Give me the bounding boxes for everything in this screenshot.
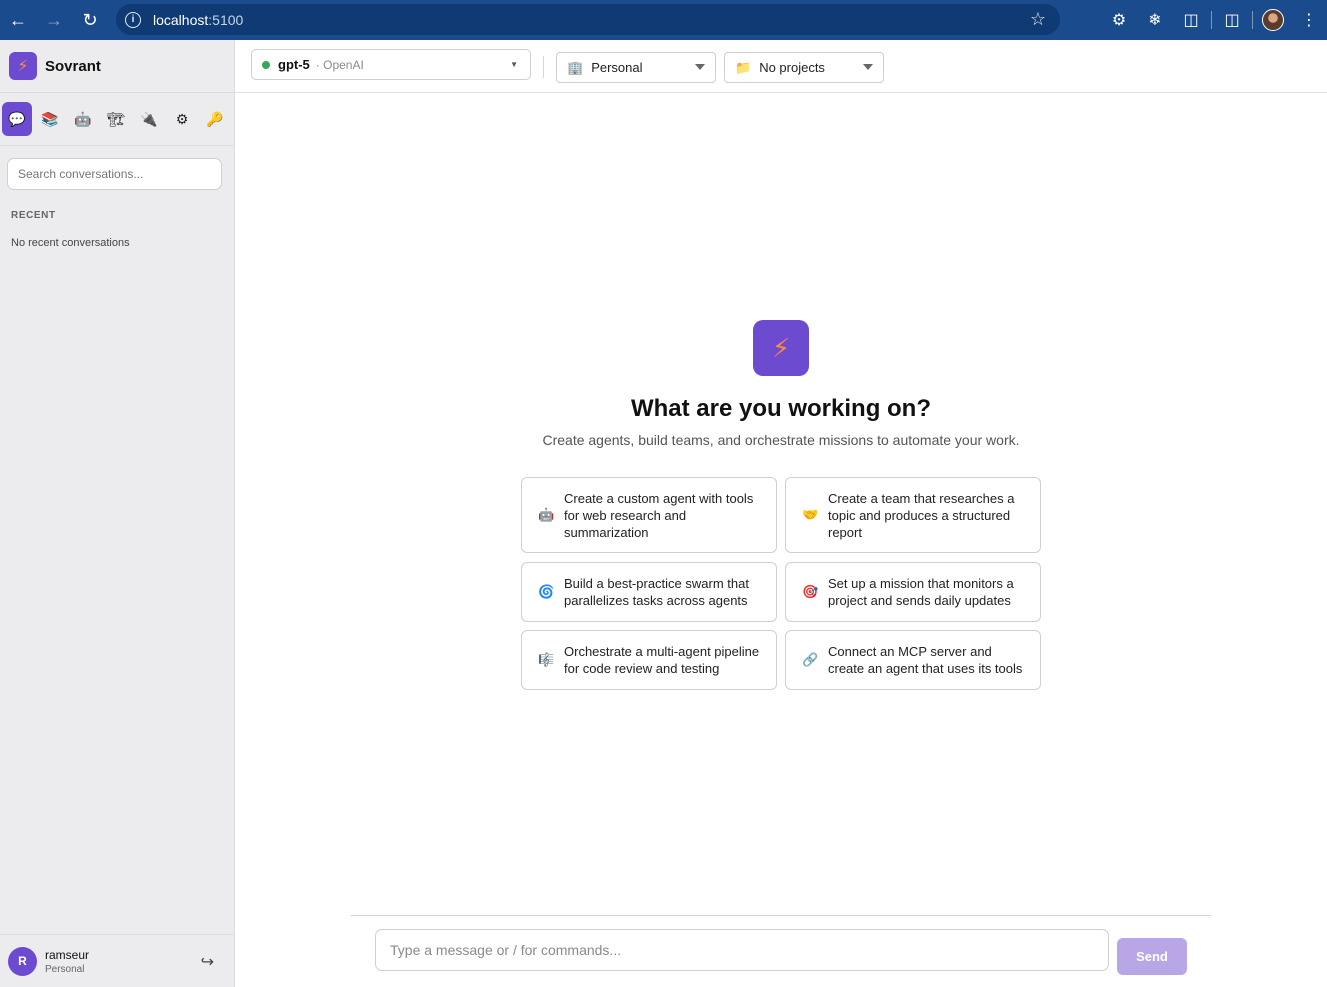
target-icon: 🎯	[802, 584, 819, 599]
lightning-logo-icon: ⚡	[9, 52, 37, 80]
link-icon: 🔗	[802, 652, 819, 667]
user-footer: R ramseur Personal ↪	[0, 934, 234, 987]
suggestion-text: Create a team that researches a topic an…	[828, 490, 1015, 540]
hero-subtitle: Create agents, build teams, and orchestr…	[542, 432, 1020, 448]
building-icon: 🏢	[567, 59, 584, 75]
profile-avatar[interactable]	[1255, 2, 1291, 38]
bookmark-star-icon[interactable]: ☆	[1030, 9, 1046, 30]
suggestion-card[interactable]: 🌀 Build a best-practice swarm that paral…	[521, 562, 777, 622]
books-icon[interactable]: 📚	[35, 102, 65, 136]
chevron-down-icon	[695, 64, 705, 70]
suggestion-text: Build a best-practice swarm that paralle…	[564, 576, 749, 608]
lightning-logo-icon: ⚡	[753, 320, 809, 376]
send-button[interactable]: Send	[1117, 938, 1187, 975]
toolbar-separator	[1252, 11, 1253, 29]
key-icon[interactable]: 🔑	[200, 102, 230, 136]
workspace-selector[interactable]: 🏢 Personal	[556, 52, 716, 83]
suggestion-text: Create a custom agent with tools for web…	[564, 490, 754, 540]
suggestion-text: Set up a mission that monitors a project…	[828, 576, 1014, 608]
folder-icon: 📁	[735, 59, 752, 75]
browser-toolbar: ← → ↻ i localhost:5100 ☆ ⚙ ❄ ◫ ◫ ⋮	[0, 0, 1327, 40]
model-name: gpt-5	[278, 57, 310, 72]
recent-heading: RECENT	[11, 210, 56, 221]
user-workspace: Personal	[45, 963, 85, 975]
profile-picture	[1262, 9, 1284, 31]
reload-icon[interactable]: ↻	[72, 2, 108, 38]
logout-icon[interactable]: ↪	[201, 952, 214, 972]
sidebar-nav: 💬 📚 🤖 🏗 🔌 ⚙ 🔑	[0, 93, 234, 146]
model-selector[interactable]: gpt-5 · OpenAI ▼	[251, 49, 531, 80]
divider	[543, 56, 544, 78]
chat-icon[interactable]: 💬	[2, 102, 32, 136]
hero-title: What are you working on?	[630, 395, 931, 422]
user-name: ramseur	[45, 947, 90, 962]
suggestion-card[interactable]: 🎼 Orchestrate a multi-agent pipeline for…	[521, 630, 777, 690]
sidebar: ⚡ Sovrant 💬 📚 🤖 🏗 🔌 ⚙ 🔑 RECENT No recent…	[0, 40, 235, 987]
music-score-icon: 🎼	[538, 652, 555, 667]
workspace-label: Personal	[591, 60, 643, 75]
forward-icon[interactable]: →	[36, 2, 72, 38]
url-port: :5100	[208, 11, 244, 28]
chevron-down-icon: ▼	[510, 60, 518, 69]
gear-icon[interactable]: ⚙	[167, 102, 197, 136]
url-text[interactable]: localhost:5100	[153, 12, 243, 28]
main-content: ⚡ What are you working on? Create agents…	[235, 93, 1327, 987]
tab-search-icon[interactable]: ◫	[1214, 2, 1250, 38]
message-input[interactable]	[375, 929, 1109, 971]
model-provider: · OpenAI	[315, 57, 364, 72]
chevron-down-icon	[863, 64, 873, 70]
user-info: ramseur Personal	[45, 948, 89, 975]
workflow-icon[interactable]: 🏗	[101, 102, 131, 136]
recent-empty-text: No recent conversations	[11, 237, 130, 249]
extensions-puzzle-icon[interactable]: ◫	[1173, 2, 1209, 38]
robot-icon[interactable]: 🤖	[68, 102, 98, 136]
suggestion-card[interactable]: 🤖 Create a custom agent with tools for w…	[521, 477, 777, 553]
address-bar[interactable]: i localhost:5100 ☆	[116, 4, 1060, 35]
back-icon[interactable]: ←	[0, 2, 36, 38]
suggestion-text: Orchestrate a multi-agent pipeline for c…	[564, 644, 760, 676]
suggestion-card[interactable]: 🔗 Connect an MCP server and create an ag…	[785, 630, 1041, 690]
browser-menu-icon[interactable]: ⋮	[1291, 2, 1327, 38]
suggestion-card[interactable]: 🤝 Create a team that researches a topic …	[785, 477, 1041, 553]
suggestion-card[interactable]: 🎯 Set up a mission that monitors a proje…	[785, 562, 1041, 622]
handshake-icon: 🤝	[802, 507, 819, 522]
robot-icon: 🤖	[538, 507, 555, 522]
plug-icon[interactable]: 🔌	[134, 102, 164, 136]
toolbar-separator	[1211, 11, 1212, 29]
url-host: localhost	[153, 11, 209, 28]
brand-header: ⚡ Sovrant	[0, 40, 234, 93]
extension-gear-icon[interactable]: ⚙	[1101, 2, 1137, 38]
composer-divider	[351, 915, 1211, 916]
extension-kubernetes-icon[interactable]: ❄	[1137, 2, 1173, 38]
swirl-icon: 🌀	[538, 584, 555, 599]
project-selector[interactable]: 📁 No projects	[724, 52, 884, 83]
suggestion-text: Connect an MCP server and create an agen…	[828, 644, 1023, 676]
brand-name: Sovrant	[45, 57, 101, 75]
avatar[interactable]: R	[8, 946, 37, 976]
top-bar: gpt-5 · OpenAI ▼ 🏢 Personal 📁 No project…	[235, 40, 1327, 93]
model-status-dot	[262, 60, 270, 69]
project-label: No projects	[759, 60, 825, 75]
browser-extensions: ⚙ ❄ ◫ ◫ ⋮	[1101, 0, 1327, 40]
site-info-icon[interactable]: i	[125, 11, 141, 28]
search-conversations-input[interactable]	[7, 158, 222, 190]
